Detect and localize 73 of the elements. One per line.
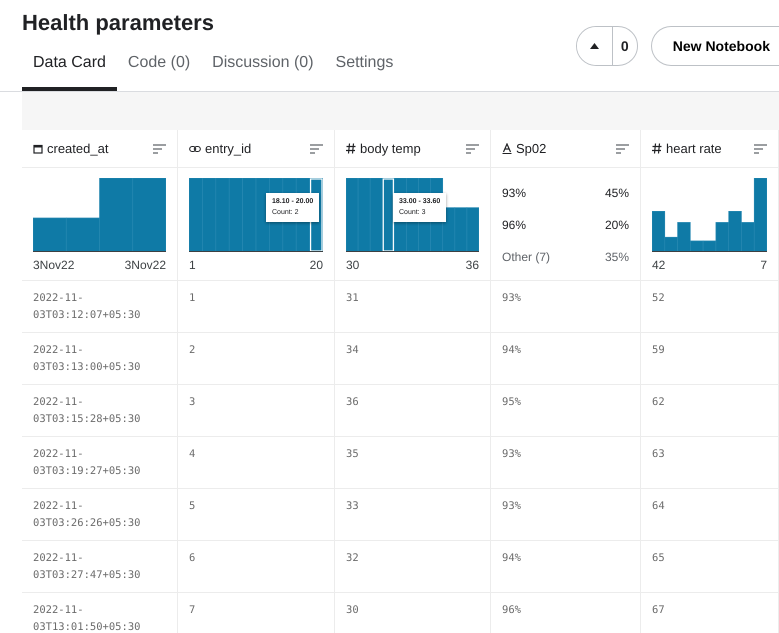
hash-icon (652, 143, 662, 154)
column-header: entry_id (205, 140, 252, 158)
category-label: 96% (502, 217, 526, 234)
category-label: 93% (502, 185, 526, 202)
axis-label: 20 (310, 257, 323, 274)
vote-count: 0 (620, 36, 630, 56)
calendar-icon (33, 144, 43, 154)
axis-label: 3Nov22 (33, 257, 74, 274)
column-header: heart rate (666, 140, 722, 158)
tab[interactable]: Code (0) (116, 51, 202, 92)
hash-icon (346, 143, 356, 154)
category-share: 35% (604, 249, 629, 266)
table-cell: 62 (640, 384, 778, 437)
column-header: created_at (47, 140, 108, 158)
category-share: 20% (604, 217, 629, 234)
category-share: 45% (604, 185, 629, 202)
table-cell: 59 (640, 332, 778, 385)
table-cell: 52 (640, 280, 778, 333)
table-cell: 30 (334, 592, 490, 633)
table-cell: 31 (334, 280, 490, 333)
tab[interactable]: Settings (324, 51, 404, 92)
column-header: Sp02 (516, 140, 546, 158)
table-cell: 2022-11-03T03:13:00+05:30 (22, 332, 178, 385)
table-cell: 2022-11-03T03:15:28+05:30 (22, 384, 178, 437)
link-icon (189, 144, 201, 153)
table-cell: 64 (640, 488, 778, 541)
axis-label: 36 (466, 257, 479, 274)
table-cell: 5 (178, 488, 334, 541)
table-cell: 94% (490, 540, 640, 593)
table-cell: 35 (334, 436, 490, 489)
table-cell: 34 (334, 332, 490, 385)
table-cell: 33 (334, 488, 490, 541)
sort-icon (466, 144, 479, 154)
sort-icon (754, 144, 767, 154)
table-cell: 65 (640, 540, 778, 593)
table-cell: 96% (490, 592, 640, 633)
table-cell: 1 (178, 280, 334, 333)
table-cell: 2022-11-03T03:19:27+05:30 (22, 436, 178, 489)
letter-icon (502, 143, 512, 154)
triangle-up-icon (590, 43, 599, 50)
tab[interactable]: Discussion (0) (201, 51, 325, 92)
table-cell: 2022-11-03T13:01:50+05:30 (22, 592, 178, 633)
table-cell: 36 (334, 384, 490, 437)
table-cell: 93% (490, 436, 640, 489)
sort-icon (153, 144, 166, 154)
table-cell: 32 (334, 540, 490, 593)
table-cell: 3 (178, 384, 334, 437)
category-label: Other (7) (502, 249, 550, 266)
table-cell: 2022-11-03T03:26:26+05:30 (22, 488, 178, 541)
sort-icon (310, 144, 323, 154)
table-cell: 67 (640, 592, 778, 633)
new-notebook-button[interactable]: New Notebook (650, 26, 779, 66)
table-cell: 93% (490, 488, 640, 541)
table-cell: 2022-11-03T03:27:47+05:30 (22, 540, 178, 593)
table-cell: 6 (178, 540, 334, 593)
table-cell: 2022-11-03T03:12:07+05:30 (22, 280, 178, 333)
axis-label: 1 (189, 257, 196, 274)
table-cell: 95% (490, 384, 640, 437)
axis-label: 30 (346, 257, 360, 274)
column-header: body temp (360, 140, 421, 158)
table-cell: 2 (178, 332, 334, 385)
table-cell: 93% (490, 280, 640, 333)
table-cell: 4 (178, 436, 334, 489)
axis-label: 7 (760, 257, 767, 274)
vote-control[interactable]: 0 (576, 26, 638, 66)
table-cell: 94% (490, 332, 640, 385)
table-cell: 7 (178, 592, 334, 633)
page-title: Health parameters (21, 9, 215, 36)
axis-label: 42 (652, 257, 666, 274)
axis-label: 3Nov22 (124, 257, 166, 274)
upvote-button[interactable] (576, 27, 613, 66)
sort-icon (616, 144, 629, 154)
table-cell: 63 (640, 436, 778, 489)
